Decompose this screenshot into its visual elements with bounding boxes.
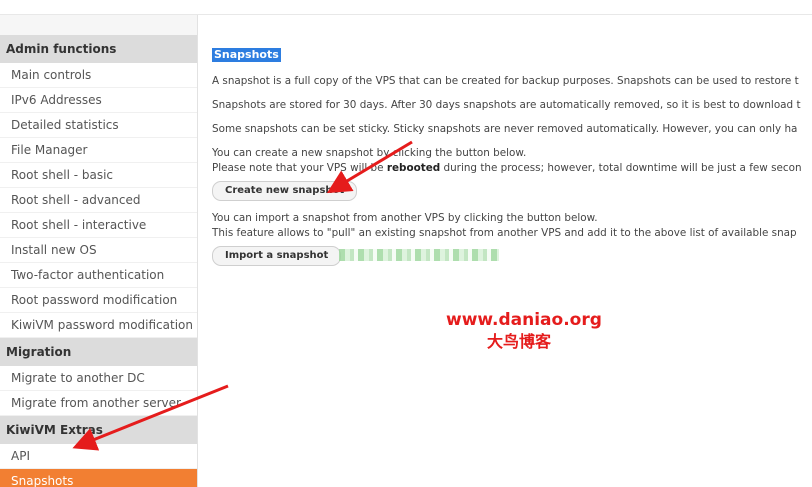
reboot-warning-suffix: during the process; however, total downt… <box>440 162 802 174</box>
sidebar-section-migration: Migration <box>0 338 197 366</box>
sidebar-item-ipv6-addresses[interactable]: IPv6 Addresses <box>0 88 197 113</box>
import-snapshot-button[interactable]: Import a snapshot <box>212 246 342 266</box>
sidebar-item-kiwivm-password-modification[interactable]: KiwiVM password modification <box>0 313 197 338</box>
reboot-warning-prefix: Please note that your VPS will be <box>212 162 387 174</box>
sidebar-spacer <box>0 15 197 35</box>
import-snapshot-note: You can import a snapshot from another V… <box>212 211 812 241</box>
sidebar-section-admin-functions: Admin functions <box>0 35 197 63</box>
create-snapshot-note: You can create a new snapshot by clickin… <box>212 146 812 176</box>
sidebar-item-snapshots[interactable]: Snapshots <box>0 469 197 487</box>
watermark: www.daniao.org 大鸟博客 <box>446 309 602 353</box>
sidebar-item-two-factor-authentication[interactable]: Two-factor authentication <box>0 263 197 288</box>
import-snapshot-detail: This feature allows to "pull" an existin… <box>212 227 797 239</box>
page-title: Snapshots <box>212 48 281 62</box>
sidebar-item-migrate-to-another-dc[interactable]: Migrate to another DC <box>0 366 197 391</box>
sidebar-item-root-shell-basic[interactable]: Root shell - basic <box>0 163 197 188</box>
redacted-overlay <box>339 249 500 261</box>
sidebar-item-main-controls[interactable]: Main controls <box>0 63 197 88</box>
sidebar-item-install-new-os[interactable]: Install new OS <box>0 238 197 263</box>
snapshot-retention-note: Snapshots are stored for 30 days. After … <box>212 99 801 111</box>
sidebar-item-root-password-modification[interactable]: Root password modification <box>0 288 197 313</box>
top-bar <box>0 0 812 15</box>
create-snapshot-button[interactable]: Create new snapshot <box>212 181 358 201</box>
sidebar-item-file-manager[interactable]: File Manager <box>0 138 197 163</box>
reboot-warning-bold: rebooted <box>386 162 441 174</box>
sidebar-section-kiwivm-extras: KiwiVM Extras <box>0 416 197 444</box>
sidebar-item-api[interactable]: API <box>0 444 197 469</box>
snapshot-description: A snapshot is a full copy of the VPS tha… <box>212 75 799 87</box>
main-content: Snapshots A snapshot is a full copy of t… <box>212 48 812 266</box>
sidebar-item-migrate-from-another-server[interactable]: Migrate from another server <box>0 391 197 416</box>
sidebar-item-detailed-statistics[interactable]: Detailed statistics <box>0 113 197 138</box>
sidebar: Admin functions Main controls IPv6 Addre… <box>0 15 198 487</box>
sticky-snapshot-note: Some snapshots can be set sticky. Sticky… <box>212 123 798 135</box>
watermark-cn: 大鸟博客 <box>486 332 551 351</box>
watermark-url: www.daniao.org <box>446 310 602 330</box>
sidebar-item-root-shell-advanced[interactable]: Root shell - advanced <box>0 188 197 213</box>
sidebar-item-root-shell-interactive[interactable]: Root shell - interactive <box>0 213 197 238</box>
create-snapshot-intro: You can create a new snapshot by clickin… <box>212 147 527 159</box>
page: Admin functions Main controls IPv6 Addre… <box>0 0 812 487</box>
import-snapshot-intro: You can import a snapshot from another V… <box>212 212 598 224</box>
